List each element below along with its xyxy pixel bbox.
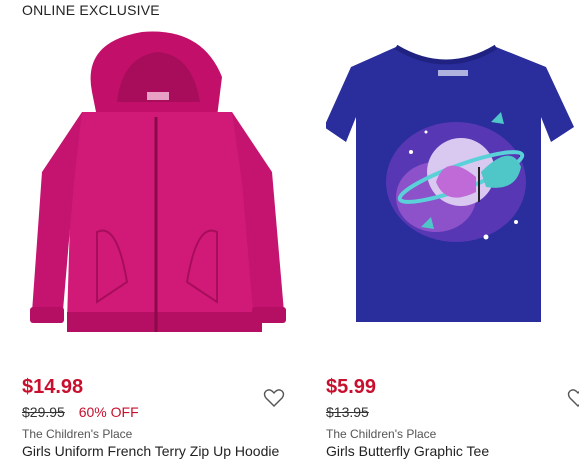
sale-price: $14.98: [22, 376, 84, 398]
price-row: $13.95: [326, 404, 369, 420]
product-card[interactable]: $14.98 $29.95 60% OFF The Children's Pla…: [22, 0, 292, 465]
product-image[interactable]: [326, 22, 579, 352]
original-price: $13.95: [326, 404, 369, 420]
brand-name: The Children's Place: [22, 427, 133, 441]
product-title[interactable]: Girls Uniform French Terry Zip Up Hoodie: [22, 443, 282, 459]
heart-outline-icon[interactable]: [263, 388, 285, 408]
product-title[interactable]: Girls Butterfly Graphic Tee: [326, 443, 579, 459]
heart-outline-icon[interactable]: [567, 388, 579, 408]
navy-butterfly-tee-image: [326, 44, 574, 322]
original-price: $29.95: [22, 404, 65, 420]
product-image[interactable]: [22, 22, 292, 352]
brand-name: The Children's Place: [326, 427, 437, 441]
pink-hoodie-image: [30, 31, 286, 332]
sale-price: $5.99: [326, 376, 377, 398]
discount-label: 60% OFF: [78, 404, 139, 420]
price-row: $29.95 60% OFF: [22, 404, 139, 420]
product-card[interactable]: $5.99 $13.95 The Children's Place Girls …: [326, 0, 579, 465]
